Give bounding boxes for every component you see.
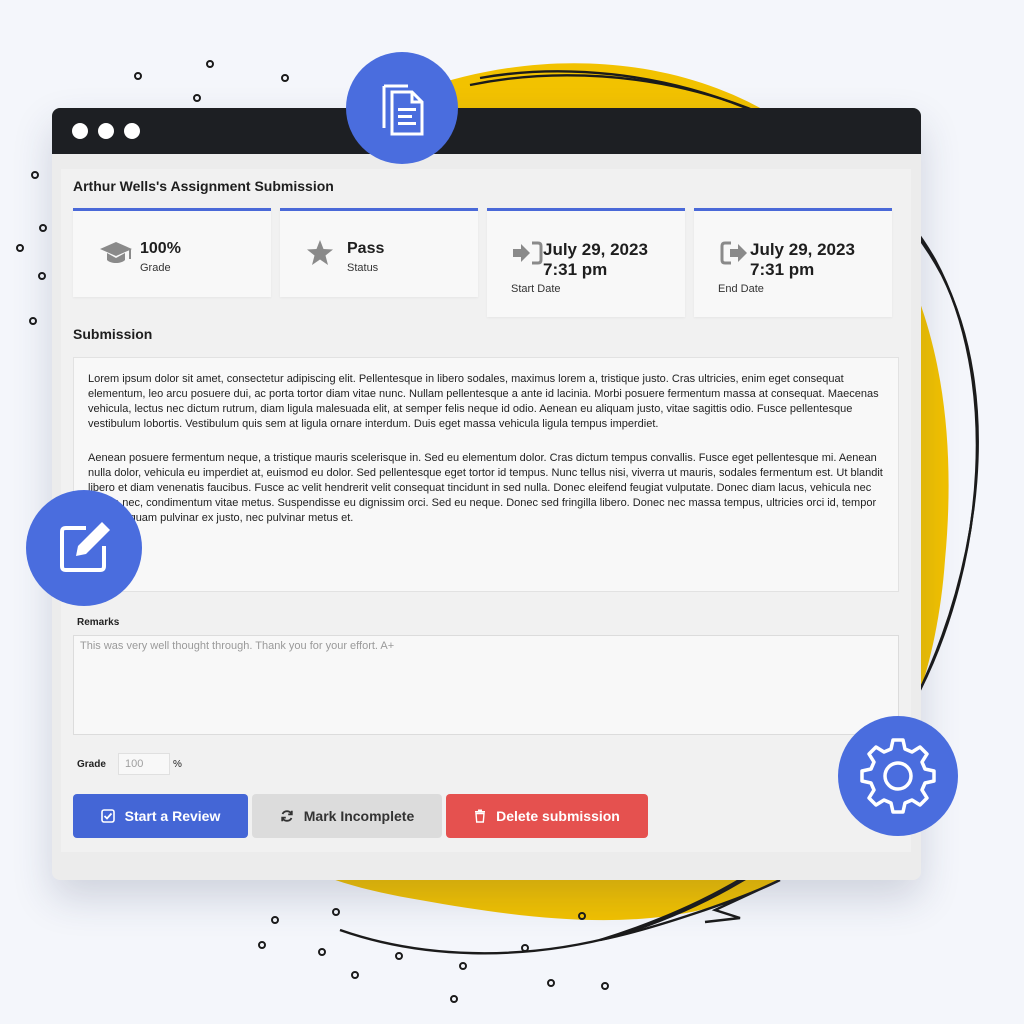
start-review-button[interactable]: Start a Review: [73, 794, 248, 838]
sign-out-icon: [720, 241, 747, 265]
window-titlebar: [52, 108, 921, 154]
stat-card-grade: 100% Grade: [73, 208, 271, 297]
edit-icon: [60, 522, 110, 572]
grade-input-label: Grade: [77, 759, 106, 770]
submission-title: Submission: [73, 326, 153, 342]
start-date-value: July 29, 2023 7:31 pm: [543, 240, 648, 280]
app-window: Arthur Wells's Assignment Submission 100…: [52, 108, 921, 880]
document-badge: [346, 52, 458, 164]
submission-paragraph: Lorem ipsum dolor sit amet, consectetur …: [88, 373, 879, 430]
remarks-textarea[interactable]: This was very well thought through. Than…: [73, 635, 899, 735]
check-square-icon: [100, 809, 115, 823]
edit-badge: [26, 490, 142, 606]
submission-text: Lorem ipsum dolor sit amet, consectetur …: [73, 357, 899, 592]
star-icon: [307, 240, 333, 265]
end-date-day: July 29, 2023: [750, 240, 855, 259]
grade-input[interactable]: 100: [118, 753, 170, 775]
status-value: Pass: [347, 240, 385, 257]
grade-percent-suffix: %: [173, 759, 182, 770]
stat-card-start-date: July 29, 2023 7:31 pm Start Date: [487, 208, 685, 317]
start-date-day: July 29, 2023: [543, 240, 648, 259]
sign-in-icon: [513, 241, 543, 265]
graduation-cap-icon: [100, 242, 132, 263]
submission-panel: Arthur Wells's Assignment Submission 100…: [61, 169, 911, 852]
grade-label: Grade: [140, 262, 171, 274]
submission-paragraph: Aenean posuere fermentum neque, a tristi…: [88, 452, 883, 524]
page-title: Arthur Wells's Assignment Submission: [73, 178, 334, 194]
grade-value: 100%: [140, 240, 181, 257]
end-date-time: 7:31 pm: [750, 260, 815, 279]
stat-card-end-date: July 29, 2023 7:31 pm End Date: [694, 208, 892, 317]
delete-submission-button[interactable]: Delete submission: [446, 794, 648, 838]
start-date-time: 7:31 pm: [543, 260, 608, 279]
start-review-label: Start a Review: [124, 808, 221, 824]
gear-icon: [860, 738, 936, 814]
end-date-label: End Date: [718, 283, 764, 295]
trash-icon: [475, 809, 486, 823]
stat-card-status: Pass Status: [280, 208, 478, 297]
mark-incomplete-button[interactable]: Mark Incomplete: [252, 794, 442, 838]
settings-badge: [838, 716, 958, 836]
document-icon: [382, 84, 424, 136]
mark-incomplete-label: Mark Incomplete: [303, 808, 415, 824]
status-label: Status: [347, 262, 379, 274]
window-dot[interactable]: [72, 123, 88, 139]
window-dot[interactable]: [98, 123, 114, 139]
start-date-label: Start Date: [511, 283, 561, 295]
delete-submission-label: Delete submission: [496, 808, 620, 824]
refresh-icon: [281, 810, 293, 822]
window-dot[interactable]: [124, 123, 140, 139]
remarks-label: Remarks: [77, 617, 120, 628]
end-date-value: July 29, 2023 7:31 pm: [750, 240, 855, 280]
